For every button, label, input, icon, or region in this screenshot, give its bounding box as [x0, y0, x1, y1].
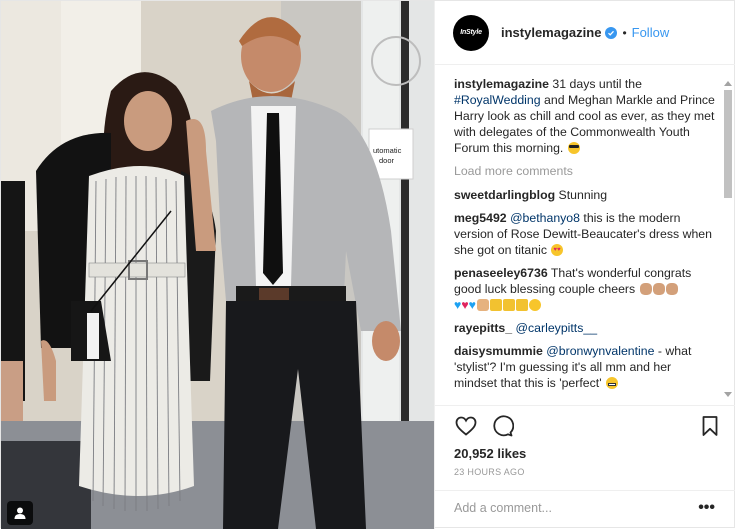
bookmark-icon[interactable] [698, 414, 722, 438]
hashtag-link[interactable]: #RoyalWedding [454, 93, 541, 107]
heart-eyes-emoji-icon: ♥♥ [551, 244, 564, 256]
more-options-icon[interactable]: ••• [698, 499, 715, 517]
load-more-comments-button[interactable]: Load more comments [454, 164, 715, 178]
post-photo[interactable]: utomatic door [1, 1, 434, 529]
comment-username[interactable]: daisysmummie [454, 344, 543, 358]
blue-heart-emoji-icon: ♥ [468, 298, 476, 312]
comment-item: rayepitts_ @carleypitts__ [454, 320, 715, 336]
comment-mention-link[interactable]: @carleypitts__ [516, 321, 598, 335]
verified-badge-icon [605, 26, 618, 39]
add-comment-row: ••• [435, 490, 735, 528]
post-caption: instylemagazine 31 days until the #Royal… [454, 76, 715, 156]
header-username[interactable]: instylemagazine [501, 25, 601, 40]
post-actions: 20,952 likes 23 HOURS AGO ••• [435, 405, 735, 520]
comments-scrollbar[interactable] [722, 81, 734, 397]
thumbs-up-emoji-icon [476, 299, 489, 311]
comment-item: meg5492 @bethanyo8 this is the modern ve… [454, 210, 715, 258]
clap-emoji-icon [652, 283, 665, 295]
scrollbar-thumb[interactable] [724, 90, 732, 198]
crown-emoji-icon [515, 299, 528, 311]
post-header: InStyle instylemagazine • Follow [435, 1, 735, 65]
tagged-users-icon[interactable] [7, 501, 33, 525]
avatar[interactable]: InStyle [453, 14, 489, 51]
red-heart-emoji-icon: ♥ [461, 298, 469, 312]
comment-item: daisysmummie @bronwynvalentine - what 's… [454, 343, 715, 391]
comment-text: Stunning [555, 188, 608, 202]
header-separator: • [622, 25, 627, 40]
crown-emoji-icon [502, 299, 515, 311]
crown-emoji-icon [489, 299, 502, 311]
comment-item: penaseeley6736 That's wonderful congrats… [454, 265, 715, 313]
comments-list[interactable]: instylemagazine 31 days until the #Royal… [435, 66, 735, 404]
instagram-post: utomatic door InStyle instylemagazine • … [0, 0, 735, 529]
door-sign-text-2: door [379, 156, 395, 165]
likes-count[interactable]: 20,952 likes [454, 446, 526, 461]
comment-username[interactable]: rayepitts_ [454, 321, 512, 335]
add-comment-input[interactable] [454, 501, 684, 515]
photo-illustration: utomatic door [1, 1, 434, 529]
comment-username[interactable]: meg5492 [454, 211, 507, 225]
smile-emoji-icon [528, 299, 541, 311]
scroll-down-arrow-icon[interactable] [724, 392, 732, 397]
door-sign-text: utomatic [373, 146, 402, 155]
clap-emoji-icon [665, 283, 678, 295]
comment-username[interactable]: sweetdarlingblog [454, 188, 555, 202]
like-heart-icon[interactable] [454, 414, 478, 438]
comment-mention-link[interactable]: @bethanyo8 [510, 211, 580, 225]
follow-button[interactable]: Follow [632, 25, 670, 40]
action-icons-row [454, 414, 722, 440]
post-timestamp[interactable]: 23 HOURS AGO [454, 467, 525, 477]
comment-username[interactable]: penaseeley6736 [454, 266, 548, 280]
comment-mention-link[interactable]: @bronwynvalentine [546, 344, 654, 358]
avatar-logo-text: InStyle [460, 29, 482, 36]
caption-text: 31 days until the [549, 77, 642, 91]
post-sidebar: InStyle instylemagazine • Follow instyle… [434, 1, 735, 529]
clap-emoji-icon [639, 283, 652, 295]
scroll-up-arrow-icon[interactable] [724, 81, 732, 86]
comment-item: sweetdarlingblog Stunning [454, 187, 715, 203]
grimace-emoji-icon [605, 377, 618, 389]
sunglasses-emoji-icon [567, 142, 580, 154]
caption-username[interactable]: instylemagazine [454, 77, 549, 91]
comment-bubble-icon[interactable] [490, 414, 515, 438]
